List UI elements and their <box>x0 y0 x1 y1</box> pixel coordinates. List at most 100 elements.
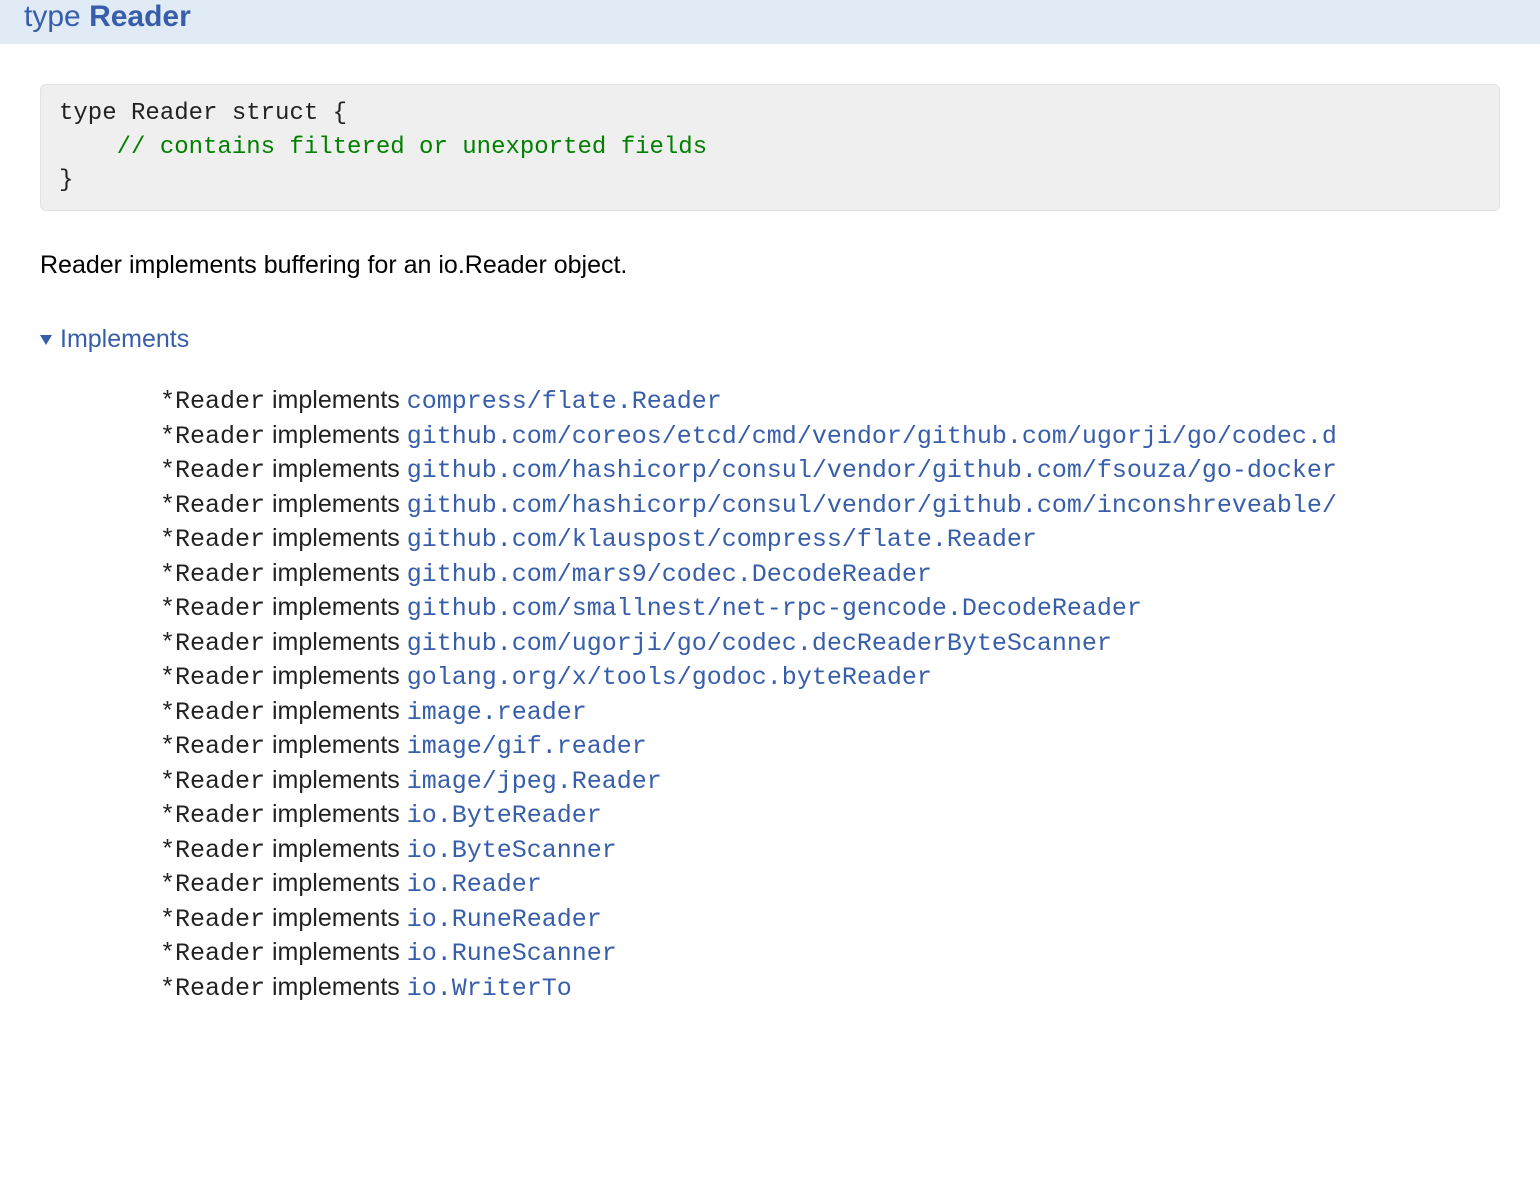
interface-link[interactable]: io.WriterTo <box>407 974 572 1003</box>
implements-star-type: *Reader <box>160 767 265 796</box>
implements-star-type: *Reader <box>160 594 265 623</box>
implements-verb: implements <box>265 628 407 656</box>
interface-link[interactable]: io.ByteScanner <box>407 836 617 865</box>
interface-link[interactable]: github.com/ugorji/go/codec.decReaderByte… <box>407 629 1112 658</box>
implements-prefix: *Reader implements <box>160 628 407 656</box>
struct-definition: type Reader struct { // contains filtere… <box>40 84 1500 211</box>
implements-row: *Reader implements image/jpeg.Reader <box>160 764 1500 799</box>
type-name: Reader <box>89 0 191 33</box>
implements-prefix: *Reader implements <box>160 697 407 725</box>
implements-star-type: *Reader <box>160 422 265 451</box>
code-line-1: type Reader struct { <box>59 100 347 127</box>
interface-link[interactable]: image/gif.reader <box>407 732 647 761</box>
code-comment: // contains filtered or unexported field… <box>117 134 708 161</box>
implements-star-type: *Reader <box>160 836 265 865</box>
interface-link[interactable]: github.com/mars9/codec.DecodeReader <box>407 560 932 589</box>
implements-verb: implements <box>265 593 407 621</box>
implements-prefix: *Reader implements <box>160 662 407 690</box>
interface-link[interactable]: github.com/hashicorp/consul/vendor/githu… <box>407 491 1337 520</box>
implements-row: *Reader implements io.Reader <box>160 867 1500 902</box>
implements-verb: implements <box>265 869 407 897</box>
implements-verb: implements <box>265 697 407 725</box>
implements-prefix: *Reader implements <box>160 386 407 414</box>
implements-prefix: *Reader implements <box>160 973 407 1001</box>
implements-verb: implements <box>265 559 407 587</box>
implements-list: *Reader implements compress/flate.Reader… <box>40 384 1500 1005</box>
implements-star-type: *Reader <box>160 870 265 899</box>
type-keyword: type <box>24 0 81 33</box>
implements-star-type: *Reader <box>160 525 265 554</box>
implements-star-type: *Reader <box>160 801 265 830</box>
implements-verb: implements <box>265 904 407 932</box>
implements-row: *Reader implements github.com/hashicorp/… <box>160 488 1500 523</box>
interface-link[interactable]: github.com/coreos/etcd/cmd/vendor/github… <box>407 422 1337 451</box>
implements-row: *Reader implements golang.org/x/tools/go… <box>160 660 1500 695</box>
implements-star-type: *Reader <box>160 387 265 416</box>
implements-prefix: *Reader implements <box>160 455 407 483</box>
implements-verb: implements <box>265 662 407 690</box>
implements-star-type: *Reader <box>160 491 265 520</box>
interface-link[interactable]: image/jpeg.Reader <box>407 767 662 796</box>
interface-link[interactable]: github.com/hashicorp/consul/vendor/githu… <box>407 456 1337 485</box>
chevron-down-icon <box>40 335 52 345</box>
implements-verb: implements <box>265 938 407 966</box>
implements-verb: implements <box>265 455 407 483</box>
implements-row: *Reader implements io.ByteReader <box>160 798 1500 833</box>
implements-prefix: *Reader implements <box>160 421 407 449</box>
interface-link[interactable]: io.RuneReader <box>407 905 602 934</box>
implements-star-type: *Reader <box>160 456 265 485</box>
implements-row: *Reader implements github.com/klauspost/… <box>160 522 1500 557</box>
implements-verb: implements <box>265 524 407 552</box>
implements-prefix: *Reader implements <box>160 800 407 828</box>
implements-prefix: *Reader implements <box>160 731 407 759</box>
implements-verb: implements <box>265 766 407 794</box>
implements-verb: implements <box>265 835 407 863</box>
implements-verb: implements <box>265 386 407 414</box>
implements-star-type: *Reader <box>160 732 265 761</box>
implements-prefix: *Reader implements <box>160 938 407 966</box>
implements-star-type: *Reader <box>160 905 265 934</box>
implements-verb: implements <box>265 800 407 828</box>
implements-row: *Reader implements image.reader <box>160 695 1500 730</box>
implements-prefix: *Reader implements <box>160 559 407 587</box>
interface-link[interactable]: golang.org/x/tools/godoc.byteReader <box>407 663 932 692</box>
implements-verb: implements <box>265 973 407 1001</box>
implements-verb: implements <box>265 421 407 449</box>
implements-star-type: *Reader <box>160 939 265 968</box>
implements-toggle[interactable]: Implements <box>40 325 189 354</box>
implements-verb: implements <box>265 490 407 518</box>
interface-link[interactable]: github.com/smallnest/net-rpc-gencode.Dec… <box>407 594 1142 623</box>
type-header: type Reader <box>0 0 1540 44</box>
implements-star-type: *Reader <box>160 629 265 658</box>
implements-star-type: *Reader <box>160 560 265 589</box>
interface-link[interactable]: io.Reader <box>407 870 542 899</box>
implements-row: *Reader implements github.com/mars9/code… <box>160 557 1500 592</box>
implements-row: *Reader implements io.RuneScanner <box>160 936 1500 971</box>
interface-link[interactable]: compress/flate.Reader <box>407 387 722 416</box>
implements-prefix: *Reader implements <box>160 904 407 932</box>
implements-prefix: *Reader implements <box>160 766 407 794</box>
implements-row: *Reader implements github.com/coreos/etc… <box>160 419 1500 454</box>
implements-row: *Reader implements github.com/ugorji/go/… <box>160 626 1500 661</box>
implements-label: Implements <box>60 325 189 354</box>
implements-verb: implements <box>265 731 407 759</box>
type-description: Reader implements buffering for an io.Re… <box>40 251 1500 280</box>
interface-link[interactable]: io.RuneScanner <box>407 939 617 968</box>
implements-row: *Reader implements image/gif.reader <box>160 729 1500 764</box>
implements-row: *Reader implements github.com/smallnest/… <box>160 591 1500 626</box>
code-line-3: } <box>59 167 73 194</box>
implements-star-type: *Reader <box>160 974 265 1003</box>
interface-link[interactable]: io.ByteReader <box>407 801 602 830</box>
implements-star-type: *Reader <box>160 698 265 727</box>
implements-row: *Reader implements io.RuneReader <box>160 902 1500 937</box>
implements-prefix: *Reader implements <box>160 835 407 863</box>
implements-prefix: *Reader implements <box>160 490 407 518</box>
implements-prefix: *Reader implements <box>160 524 407 552</box>
implements-prefix: *Reader implements <box>160 593 407 621</box>
interface-link[interactable]: github.com/klauspost/compress/flate.Read… <box>407 525 1037 554</box>
implements-row: *Reader implements io.WriterTo <box>160 971 1500 1006</box>
implements-row: *Reader implements io.ByteScanner <box>160 833 1500 868</box>
implements-star-type: *Reader <box>160 663 265 692</box>
interface-link[interactable]: image.reader <box>407 698 587 727</box>
implements-row: *Reader implements compress/flate.Reader <box>160 384 1500 419</box>
